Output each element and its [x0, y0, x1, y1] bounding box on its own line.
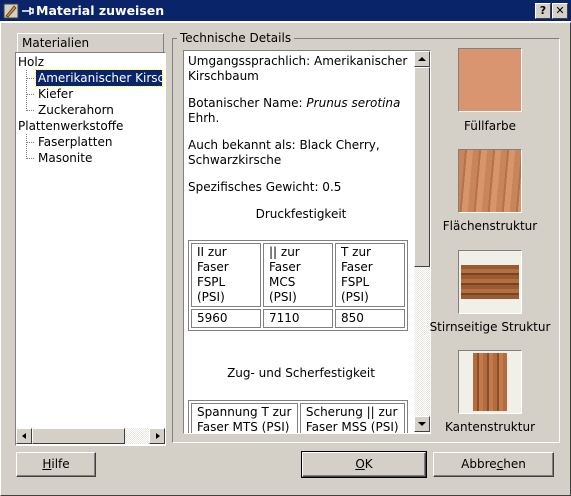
tree-item-faserplatten[interactable]: Faserplatten: [36, 134, 114, 150]
table-row: 5960 7110 850: [191, 309, 405, 328]
details-scroll-thumb[interactable]: [414, 67, 430, 267]
cancel-button[interactable]: Abbrechen: [433, 452, 554, 477]
table-cell: 850: [335, 309, 405, 328]
table-row: II zur Faser FSPL (PSI) || zur Faser MCS (PSI)…: [191, 243, 405, 307]
help-button[interactable]: Hilfe: [16, 452, 96, 477]
close-icon: ✕: [555, 4, 565, 17]
table-cell: 7110: [263, 309, 333, 328]
window-title: Material zuweisen: [36, 3, 165, 18]
table-row: Spannung T zur Faser MTS (PSI) Scherung |…: [191, 403, 405, 433]
surface-texture-label: Flächenstruktur: [442, 219, 538, 233]
tree-item-kiefer[interactable]: Kiefer: [36, 86, 75, 102]
arrow-up-icon: [418, 57, 426, 61]
fill-color-swatch[interactable]: [458, 48, 522, 112]
surface-texture-swatch[interactable]: [458, 149, 522, 213]
group-label: Technische Details: [177, 31, 295, 45]
shear-table: Spannung T zur Faser MTS (PSI) Scherung |…: [188, 400, 408, 433]
table-header-cell: II zur Faser FSPL (PSI): [191, 243, 261, 307]
tree-line: [26, 134, 27, 159]
end-grain-image: [461, 265, 519, 299]
title-bar[interactable]: Material zuweisen ? ✕: [0, 0, 571, 22]
edge-texture-label: Kantenstruktur: [445, 420, 535, 434]
fill-color-label: Füllfarbe: [463, 119, 517, 133]
tree-line: [26, 94, 34, 95]
tree-line: [26, 78, 34, 79]
edge-grain-image: [473, 353, 507, 411]
aka-text: Auch bekannt als: Black Cherry, Schwarzk…: [188, 138, 380, 167]
materials-tree[interactable]: Holz Amerikanischer Kirsch Kiefer Zucker…: [15, 52, 166, 446]
table-header-cell: T zur Faser FSPL (PSI): [335, 243, 405, 307]
tree-scroll-thumb[interactable]: [32, 428, 125, 444]
table-cell: 5960: [191, 309, 261, 328]
arrow-right-icon: [156, 433, 160, 439]
close-button[interactable]: ✕: [552, 3, 568, 19]
common-name-text: Umgangssprachlich: Amerikanischer Kirsch…: [188, 54, 408, 83]
tree-group-holz[interactable]: Holz: [18, 54, 44, 70]
app-icon: [3, 3, 19, 19]
pin-icon: [22, 7, 34, 15]
compression-heading: Druckfestigkeit: [255, 207, 347, 221]
ok-button[interactable]: OK: [301, 451, 427, 478]
edge-texture-swatch[interactable]: [458, 350, 522, 414]
arrow-left-icon: [22, 433, 26, 439]
table-header-cell: Spannung T zur Faser MTS (PSI): [191, 403, 298, 433]
gravity-text: Spezifisches Gewicht: 0.5: [188, 180, 342, 194]
end-grain-texture-label: Stirnseitige Struktur: [429, 320, 551, 334]
help-icon: ?: [539, 4, 547, 17]
tree-item-masonite[interactable]: Masonite: [36, 150, 94, 166]
help-title-button[interactable]: ?: [535, 3, 551, 19]
tree-scroll-right-button[interactable]: [149, 428, 165, 444]
tree-item-amerikanischer-kirsch[interactable]: Amerikanischer Kirsch: [35, 69, 163, 87]
botanical-italic: Prunus serotina: [306, 96, 401, 110]
tree-item-zuckerahorn[interactable]: Zuckerahorn: [36, 102, 116, 118]
compression-table: II zur Faser FSPL (PSI) || zur Faser MCS (PSI)…: [188, 240, 408, 331]
tree-line: [26, 158, 34, 159]
details-pane[interactable]: Umgangssprachlich: Amerikanischer Kirsch…: [183, 50, 431, 434]
tree-line: [26, 110, 34, 111]
tree-scroll-left-button[interactable]: [16, 428, 32, 444]
botanical-name-text: Botanischer Name: Prunus serotina Ehrh.: [188, 96, 401, 125]
shear-heading: Zug- und Scherfestigkeit: [227, 366, 375, 380]
end-grain-texture-swatch[interactable]: [458, 250, 522, 314]
tree-group-plattenwerkstoffe[interactable]: Plattenwerkstoffe: [18, 118, 123, 134]
tree-line: [26, 70, 27, 111]
table-header-cell: Scherung || zur Faser MSS (PSI): [299, 403, 405, 433]
details-scroll-up-button[interactable]: [414, 51, 430, 67]
tree-line: [26, 142, 34, 143]
table-header-cell: || zur Faser MCS (PSI): [263, 243, 333, 307]
materials-column-header[interactable]: Materialien: [17, 33, 164, 53]
